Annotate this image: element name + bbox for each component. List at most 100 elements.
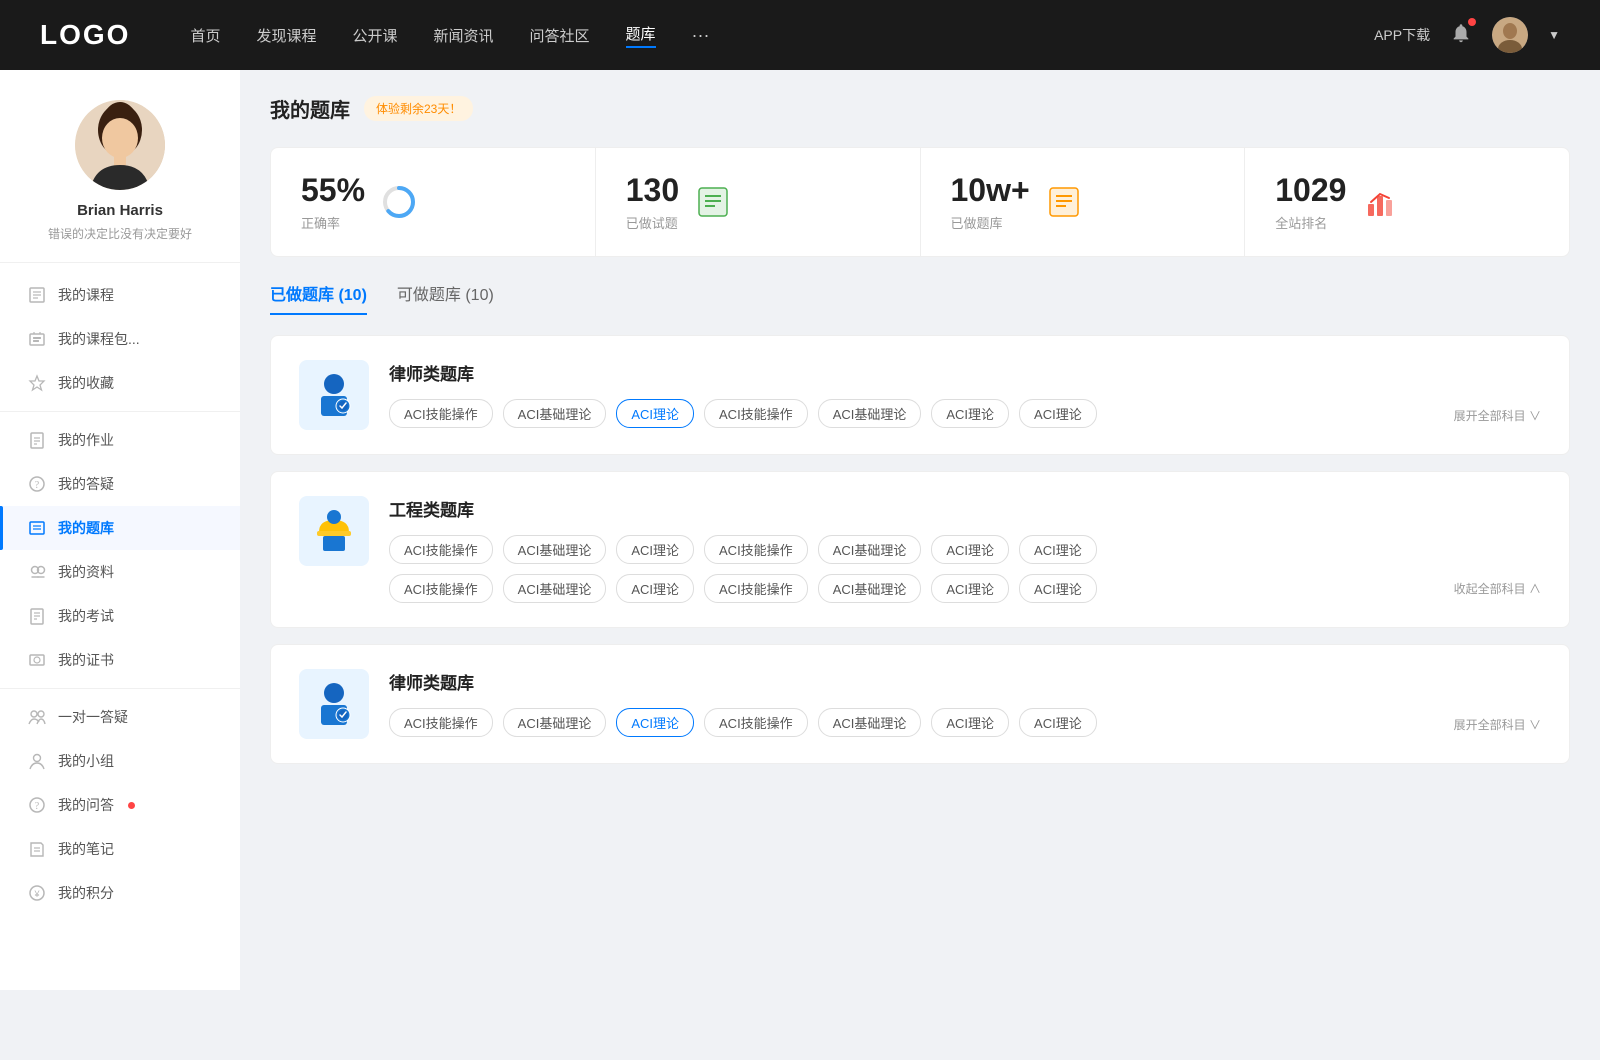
main-nav: 首页 发现课程 公开课 新闻资讯 问答社区 题库 ··· xyxy=(190,23,1374,48)
sidebar-item-courses[interactable]: 我的课程 xyxy=(0,273,240,317)
stat-rank-content: 1029 全站排名 xyxy=(1275,172,1346,232)
l2-tag-6[interactable]: ACI理论 xyxy=(1019,708,1097,737)
profile-avatar xyxy=(75,100,165,190)
nav-more[interactable]: ··· xyxy=(692,25,710,46)
stat-questions: 130 已做试题 xyxy=(596,148,921,256)
l2-tag-1[interactable]: ACI基础理论 xyxy=(503,708,607,737)
expand-btn-lawyer-2[interactable]: 展开全部科目 ∨ xyxy=(1454,712,1541,733)
sidebar-item-questionbank[interactable]: 我的题库 xyxy=(0,506,240,550)
myqa-dot xyxy=(128,802,135,809)
sidebar-label-points: 我的积分 xyxy=(58,883,114,903)
sidebar-item-certificates[interactable]: 我的证书 xyxy=(0,638,240,682)
l2-tag-3[interactable]: ACI技能操作 xyxy=(704,708,808,737)
qbank-card-lawyer-1-content: 律师类题库 ACI技能操作 ACI基础理论 ACI理论 ACI技能操作 ACI基… xyxy=(389,360,1541,428)
sidebar-item-exams[interactable]: 我的考试 xyxy=(0,594,240,638)
eng-tag-5[interactable]: ACI理论 xyxy=(931,535,1009,564)
lawyer-icon-2 xyxy=(299,669,369,739)
eng-tag-r2-2[interactable]: ACI理论 xyxy=(616,574,694,603)
eng-tag-r2-3[interactable]: ACI技能操作 xyxy=(704,574,808,603)
page-title-row: 我的题库 体验剩余23天！ xyxy=(270,94,1570,123)
sidebar-item-homework[interactable]: 我的作业 xyxy=(0,418,240,462)
lawyer-icon-1 xyxy=(299,360,369,430)
stat-rank-label: 全站排名 xyxy=(1275,213,1346,232)
eng-tag-0[interactable]: ACI技能操作 xyxy=(389,535,493,564)
app-download-btn[interactable]: APP下载 xyxy=(1374,25,1430,45)
sidebar-label-exams: 我的考试 xyxy=(58,606,114,626)
tag-1[interactable]: ACI基础理论 xyxy=(503,399,607,428)
tags-row-lawyer-2: ACI技能操作 ACI基础理论 ACI理论 ACI技能操作 ACI基础理论 AC… xyxy=(389,708,1541,737)
nav-opencourse[interactable]: 公开课 xyxy=(352,25,397,46)
sidebar-label-courses: 我的课程 xyxy=(58,285,114,305)
eng-tag-r2-0[interactable]: ACI技能操作 xyxy=(389,574,493,603)
tag-3[interactable]: ACI技能操作 xyxy=(704,399,808,428)
sidebar-item-oneonone[interactable]: 一对一答疑 xyxy=(0,695,240,739)
sidebar-label-certificates: 我的证书 xyxy=(58,650,114,670)
nav-home[interactable]: 首页 xyxy=(190,25,220,46)
eng-tag-r2-1[interactable]: ACI基础理论 xyxy=(503,574,607,603)
nav-questionbank[interactable]: 题库 xyxy=(626,23,656,48)
collapse-btn-engineer[interactable]: 收起全部科目 ∧ xyxy=(1454,580,1541,597)
stat-questions-content: 130 已做试题 xyxy=(626,172,679,232)
qbank-card-lawyer-2: 律师类题库 ACI技能操作 ACI基础理论 ACI理论 ACI技能操作 ACI基… xyxy=(270,644,1570,764)
banks-icon xyxy=(1046,184,1082,220)
tag-2-active[interactable]: ACI理论 xyxy=(616,399,694,428)
l2-tag-5[interactable]: ACI理论 xyxy=(931,708,1009,737)
qbank-card-engineer: 工程类题库 ACI技能操作 ACI基础理论 ACI理论 ACI技能操作 ACI基… xyxy=(270,471,1570,628)
tags-row-lawyer-1: ACI技能操作 ACI基础理论 ACI理论 ACI技能操作 ACI基础理论 AC… xyxy=(389,399,1541,428)
header-right: APP下载 ▼ xyxy=(1374,17,1560,53)
sidebar-label-oneonone: 一对一答疑 xyxy=(58,707,128,727)
tabs: 已做题库 (10) 可做题库 (10) xyxy=(270,281,1570,315)
eng-tag-4[interactable]: ACI基础理论 xyxy=(818,535,922,564)
logo: LOGO xyxy=(40,19,130,51)
eng-tag-3[interactable]: ACI技能操作 xyxy=(704,535,808,564)
nav-qa[interactable]: 问答社区 xyxy=(530,25,590,46)
sidebar-label-homework: 我的作业 xyxy=(58,430,114,450)
qbank-card-lawyer-2-header: 律师类题库 ACI技能操作 ACI基础理论 ACI理论 ACI技能操作 ACI基… xyxy=(299,669,1541,739)
eng-tag-r2-4[interactable]: ACI基础理论 xyxy=(818,574,922,603)
eng-tag-r2-5[interactable]: ACI理论 xyxy=(931,574,1009,603)
eng-tag-r2-6[interactable]: ACI理论 xyxy=(1019,574,1097,603)
sidebar-menu: 我的课程 我的课程包... 我的收藏 我的作业 ? 我的答疑 xyxy=(0,273,240,915)
header: LOGO 首页 发现课程 公开课 新闻资讯 问答社区 题库 ··· APP下载 … xyxy=(0,0,1600,70)
eng-tag-6[interactable]: ACI理论 xyxy=(1019,535,1097,564)
main-content: 我的题库 体验剩余23天！ 55% 正确率 xyxy=(240,70,1600,990)
sidebar-label-qa: 我的答疑 xyxy=(58,474,114,494)
sidebar-item-groups[interactable]: 我的小组 xyxy=(0,739,240,783)
tag-6[interactable]: ACI理论 xyxy=(1019,399,1097,428)
tag-0[interactable]: ACI技能操作 xyxy=(389,399,493,428)
notification-bell[interactable] xyxy=(1450,22,1472,49)
eng-tag-1[interactable]: ACI基础理论 xyxy=(503,535,607,564)
tag-4[interactable]: ACI基础理论 xyxy=(818,399,922,428)
sidebar-item-qa[interactable]: ? 我的答疑 xyxy=(0,462,240,506)
stat-banks-number: 10w+ xyxy=(951,172,1030,209)
tab-done[interactable]: 已做题库 (10) xyxy=(270,281,367,315)
eng-tag-2[interactable]: ACI理论 xyxy=(616,535,694,564)
l2-tag-2-active[interactable]: ACI理论 xyxy=(616,708,694,737)
sidebar-item-myqa[interactable]: ? 我的问答 xyxy=(0,783,240,827)
nav-news[interactable]: 新闻资讯 xyxy=(434,25,494,46)
qbank-card-engineer-header: 工程类题库 ACI技能操作 ACI基础理论 ACI理论 ACI技能操作 ACI基… xyxy=(299,496,1541,603)
sidebar-item-points[interactable]: ¥ 我的积分 xyxy=(0,871,240,915)
questions-icon xyxy=(695,184,731,220)
page-title: 我的题库 xyxy=(270,94,350,123)
user-dropdown-btn[interactable]: ▼ xyxy=(1548,28,1560,42)
engineer-icon xyxy=(299,496,369,566)
l2-tag-4[interactable]: ACI基础理论 xyxy=(818,708,922,737)
l2-tag-0[interactable]: ACI技能操作 xyxy=(389,708,493,737)
sidebar-item-favorites[interactable]: 我的收藏 xyxy=(0,361,240,405)
user-avatar[interactable] xyxy=(1492,17,1528,53)
rank-icon xyxy=(1362,184,1398,220)
main-layout: Brian Harris 错误的决定比没有决定要好 我的课程 我的课程包... … xyxy=(0,70,1600,990)
stat-banks: 10w+ 已做题库 xyxy=(921,148,1246,256)
stat-questions-label: 已做试题 xyxy=(626,213,679,232)
sidebar-item-notes[interactable]: 我的笔记 xyxy=(0,827,240,871)
trial-badge: 体验剩余23天！ xyxy=(364,96,473,121)
sidebar-item-materials[interactable]: 我的资料 xyxy=(0,550,240,594)
nav-discover[interactable]: 发现课程 xyxy=(256,25,316,46)
qbank-name-lawyer-1: 律师类题库 xyxy=(389,360,1541,385)
tab-available[interactable]: 可做题库 (10) xyxy=(397,281,494,315)
sidebar-item-packages[interactable]: 我的课程包... xyxy=(0,317,240,361)
tag-5[interactable]: ACI理论 xyxy=(931,399,1009,428)
svg-text:?: ? xyxy=(35,480,40,491)
expand-btn-lawyer-1[interactable]: 展开全部科目 ∨ xyxy=(1454,403,1541,424)
